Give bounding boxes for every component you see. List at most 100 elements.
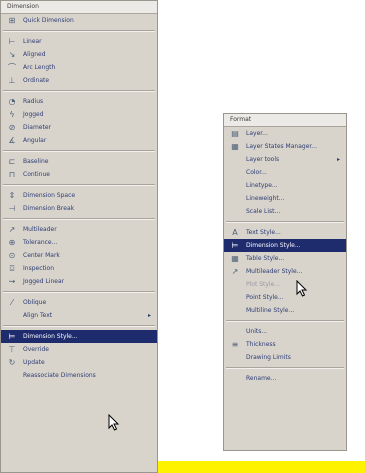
dimension-menu-item-aligned[interactable]: ↘ Aligned bbox=[1, 48, 157, 61]
dimension-space-icon: ⇕ bbox=[8, 191, 16, 200]
dimension-menu-item-center-mark[interactable]: ⊙ Center Mark bbox=[1, 249, 157, 262]
format-menu-item-label: Layer... bbox=[246, 130, 268, 137]
dimension-menu-item-angular[interactable]: ∡ Angular bbox=[1, 134, 157, 147]
dimension-menu-item-tolerance[interactable]: ⊕ Tolerance... bbox=[1, 236, 157, 249]
thickness-icon: ≡ bbox=[231, 340, 239, 349]
dimension-menu-item-label: Reassociate Dimensions bbox=[23, 372, 96, 379]
format-menu-item-label: Point Style... bbox=[246, 294, 284, 301]
ordinate-dim-icon: ⊥ bbox=[8, 76, 16, 85]
format-menu-item-layer-tools[interactable]: Layer tools ▸ bbox=[224, 153, 346, 166]
format-menu-item-drawing-limits[interactable]: Drawing Limits bbox=[224, 351, 346, 364]
dimension-menu-item-diameter[interactable]: ⊘ Diameter bbox=[1, 121, 157, 134]
dimension-menu-item-label: Linear bbox=[23, 38, 42, 45]
dimension-menu-item-jogged[interactable]: ϟ Jogged bbox=[1, 108, 157, 121]
format-menu: Format ▤ Layer... ▦ Layer States Manager...… bbox=[223, 113, 347, 451]
text-style-icon: A bbox=[232, 228, 238, 237]
oblique-icon: ⁄ bbox=[11, 298, 13, 307]
dimension-menu-item-dimension-style[interactable]: ⊨ Dimension Style... bbox=[1, 330, 157, 343]
format-menu-item-rename[interactable]: Rename... bbox=[224, 372, 346, 385]
format-menu-item-label: Scale List... bbox=[246, 208, 281, 215]
format-menu-item-label: Multileader Style... bbox=[246, 268, 303, 275]
dimension-menu-item-inspection[interactable]: ⌼ Inspection bbox=[1, 262, 157, 275]
format-menu-item-layer-states-manager[interactable]: ▦ Layer States Manager... bbox=[224, 140, 346, 153]
layer-icon: ▤ bbox=[231, 129, 239, 138]
format-menu-item-label: Plot Style... bbox=[246, 281, 281, 288]
dimension-menu-item-continue[interactable]: ⊓ Continue bbox=[1, 168, 157, 181]
dimension-menu-item-label: Radius bbox=[23, 98, 44, 105]
dimension-menu-item-align-text[interactable]: Align Text ▸ bbox=[1, 309, 157, 322]
menu-separator bbox=[3, 291, 155, 293]
linear-dim-icon: ⊢ bbox=[8, 37, 16, 46]
dimension-menu-item-ordinate[interactable]: ⊥ Ordinate bbox=[1, 74, 157, 87]
format-menu-item-plot-style[interactable]: Plot Style... bbox=[224, 278, 346, 291]
dimension-style-icon: ⊨ bbox=[8, 332, 16, 341]
format-menu-item-label: Layer tools bbox=[246, 156, 280, 163]
update-icon: ↻ bbox=[8, 358, 16, 367]
format-menu-item-text-style[interactable]: A Text Style... bbox=[224, 226, 346, 239]
format-menu-item-label: Table Style... bbox=[246, 255, 285, 262]
dimension-menu-item-label: Baseline bbox=[23, 158, 49, 165]
dimension-menu-item-radius[interactable]: ◔ Radius bbox=[1, 95, 157, 108]
dimension-menu-item-baseline[interactable]: ⊏ Baseline bbox=[1, 155, 157, 168]
submenu-arrow-icon: ▸ bbox=[336, 156, 340, 163]
menu-separator bbox=[226, 320, 344, 322]
format-menu-item-label: Thickness bbox=[246, 341, 276, 348]
format-menu-item-label: Multiline Style... bbox=[246, 307, 295, 314]
format-menu-item-lineweight[interactable]: Lineweight... bbox=[224, 192, 346, 205]
dimension-menu-item-label: Dimension Style... bbox=[23, 333, 78, 340]
dimension-menu-item-label: Diameter bbox=[23, 124, 52, 131]
dimension-menu-item-linear[interactable]: ⊢ Linear bbox=[1, 35, 157, 48]
dimension-menu-item-override[interactable]: ⊤ Override bbox=[1, 343, 157, 356]
continue-dim-icon: ⊓ bbox=[8, 170, 16, 179]
format-menu-item-label: Layer States Manager... bbox=[246, 143, 318, 150]
dimension-menu-items: ⊞ Quick Dimension ⊢ Linear ↘ Aligned ⌒ Arc Leng… bbox=[1, 14, 157, 382]
format-menu-item-table-style[interactable]: ▦ Table Style... bbox=[224, 252, 346, 265]
format-menu-item-linetype[interactable]: Linetype... bbox=[224, 179, 346, 192]
dimension-menu-item-label: Aligned bbox=[23, 51, 46, 58]
format-menu-item-thickness[interactable]: ≡ Thickness bbox=[224, 338, 346, 351]
dimension-menu-item-label: Tolerance... bbox=[23, 239, 58, 246]
dimension-menu-item-reassociate-dimensions[interactable]: Reassociate Dimensions bbox=[1, 369, 157, 382]
tolerance-icon: ⊕ bbox=[8, 238, 16, 247]
format-menu-item-dimension-style[interactable]: ⊨ Dimension Style... bbox=[224, 239, 346, 252]
format-menu-item-scale-list[interactable]: Scale List... bbox=[224, 205, 346, 218]
dimension-menu-item-label: Update bbox=[23, 359, 45, 366]
format-menu-item-point-style[interactable]: Point Style... bbox=[224, 291, 346, 304]
menu-separator bbox=[3, 90, 155, 92]
dimension-menu-item-label: Jogged bbox=[23, 111, 44, 118]
radius-dim-icon: ◔ bbox=[8, 97, 16, 106]
highlight-bar bbox=[158, 461, 365, 473]
menu-separator bbox=[3, 218, 155, 220]
arc-length-dim-icon: ⌒ bbox=[8, 63, 16, 72]
submenu-arrow-icon: ▸ bbox=[147, 312, 151, 319]
format-menu-item-label: Rename... bbox=[246, 375, 277, 382]
dimension-menu-item-arc-length[interactable]: ⌒ Arc Length bbox=[1, 61, 157, 74]
format-menu-item-label: Linetype... bbox=[246, 182, 278, 189]
dimension-menu-item-label: Override bbox=[23, 346, 49, 353]
dimension-menu-item-dimension-break[interactable]: ⊣ Dimension Break bbox=[1, 202, 157, 215]
format-menu-item-units[interactable]: Units... bbox=[224, 325, 346, 338]
dimension-menu-item-label: Center Mark bbox=[23, 252, 60, 259]
center-mark-icon: ⊙ bbox=[8, 251, 16, 260]
dimension-menu-item-quick-dimension[interactable]: ⊞ Quick Dimension bbox=[1, 14, 157, 27]
dimension-menu-item-oblique[interactable]: ⁄ Oblique bbox=[1, 296, 157, 309]
dimension-menu-item-label: Align Text bbox=[23, 312, 53, 319]
baseline-dim-icon: ⊏ bbox=[8, 157, 16, 166]
format-menu-item-label: Text Style... bbox=[246, 229, 281, 236]
format-menu-item-layer[interactable]: ▤ Layer... bbox=[224, 127, 346, 140]
dimension-menu-item-label: Angular bbox=[23, 137, 47, 144]
aligned-dim-icon: ↘ bbox=[8, 50, 16, 59]
dimension-menu-item-dimension-space[interactable]: ⇕ Dimension Space bbox=[1, 189, 157, 202]
menu-separator bbox=[3, 150, 155, 152]
dimension-menu-item-update[interactable]: ↻ Update bbox=[1, 356, 157, 369]
dimension-menu-item-multileader[interactable]: ↗ Multileader bbox=[1, 223, 157, 236]
jogged-dim-icon: ϟ bbox=[9, 110, 15, 119]
format-menu-item-color[interactable]: Color... bbox=[224, 166, 346, 179]
menu-separator bbox=[226, 221, 344, 223]
layer-states-icon: ▦ bbox=[231, 142, 239, 151]
format-menu-item-multiline-style[interactable]: Multiline Style... bbox=[224, 304, 346, 317]
dimension-break-icon: ⊣ bbox=[8, 204, 16, 213]
dimension-menu-item-jogged-linear[interactable]: ⇝ Jogged Linear bbox=[1, 275, 157, 288]
dimension-menu-item-label: Arc Length bbox=[23, 64, 56, 71]
format-menu-item-multileader-style[interactable]: ↗ Multileader Style... bbox=[224, 265, 346, 278]
